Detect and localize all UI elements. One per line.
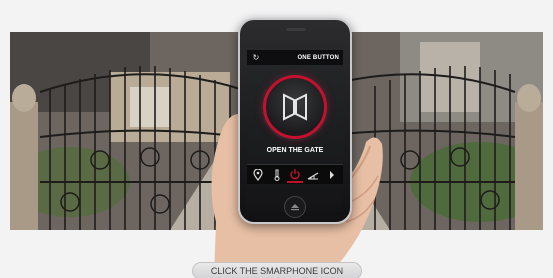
- gate-doors-icon: [283, 93, 307, 121]
- gate-icon[interactable]: [305, 167, 321, 183]
- phone-speaker: [286, 28, 306, 31]
- open-gate-label: OPEN THE GATE: [266, 147, 324, 154]
- eject-icon: [291, 204, 299, 211]
- home-button[interactable]: [284, 196, 306, 218]
- app-header: ↻ ONE BUTTON: [247, 50, 343, 65]
- smartphone[interactable]: ↻ ONE BUTTON OPEN THE GATE: [238, 18, 352, 224]
- app-logo-icon[interactable]: ↻: [251, 50, 261, 65]
- phone-screen: ↻ ONE BUTTON OPEN THE GATE: [247, 50, 343, 212]
- app-toolbar: [247, 164, 343, 184]
- power-icon[interactable]: [286, 167, 303, 183]
- app-header-title: ONE BUTTON: [297, 54, 339, 61]
- open-gate-button[interactable]: [263, 75, 327, 139]
- click-smartphone-cta[interactable]: CLICK THE SMARPHONE ICON: [192, 262, 362, 278]
- location-pin-icon[interactable]: [250, 167, 266, 183]
- thermometer-icon[interactable]: [269, 167, 285, 183]
- next-arrow-icon[interactable]: [324, 167, 340, 183]
